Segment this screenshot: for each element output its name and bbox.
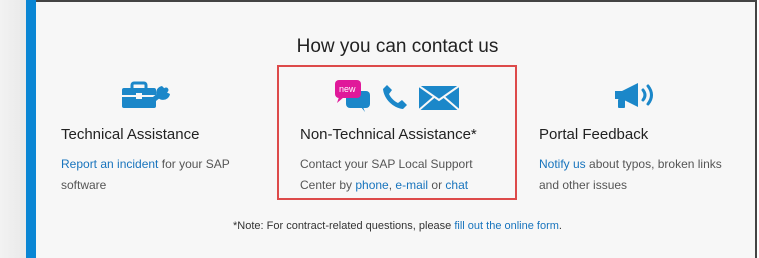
notify-us-link[interactable]: Notify us [539,157,586,171]
chat-link[interactable]: chat [445,178,468,192]
technical-assistance-title: Technical Assistance [61,126,200,143]
toolbox-wrench-icon [118,80,178,115]
phone-icon [381,84,409,115]
megaphone-icon [612,80,662,115]
email-link[interactable]: e-mail [395,178,428,192]
report-incident-link[interactable]: Report an incident [61,157,158,171]
portal-feedback-title: Portal Feedback [539,126,649,143]
separator-or: or [428,178,446,192]
note-prefix: *Note: For contract-related questions, p… [233,220,455,232]
technical-assistance-desc: Report an incident for your SAP software [61,154,266,196]
envelope-icon [418,85,460,116]
portal-feedback-desc: Notify us about typos, broken links and … [539,154,734,196]
new-badge: new [339,84,356,94]
phone-link[interactable]: phone [355,178,388,192]
section-heading: How you can contact us [296,36,499,57]
accent-bar [26,0,36,258]
online-form-link[interactable]: fill out the online form [454,220,559,232]
note-suffix: . [558,220,562,232]
non-technical-assistance-title: Non-Technical Assistance* [300,126,477,143]
contract-note: *Note: For contract-related questions, p… [36,220,759,232]
left-shade [0,0,26,258]
non-technical-assistance-desc: Contact your SAP Local Support Center by… [300,154,505,196]
